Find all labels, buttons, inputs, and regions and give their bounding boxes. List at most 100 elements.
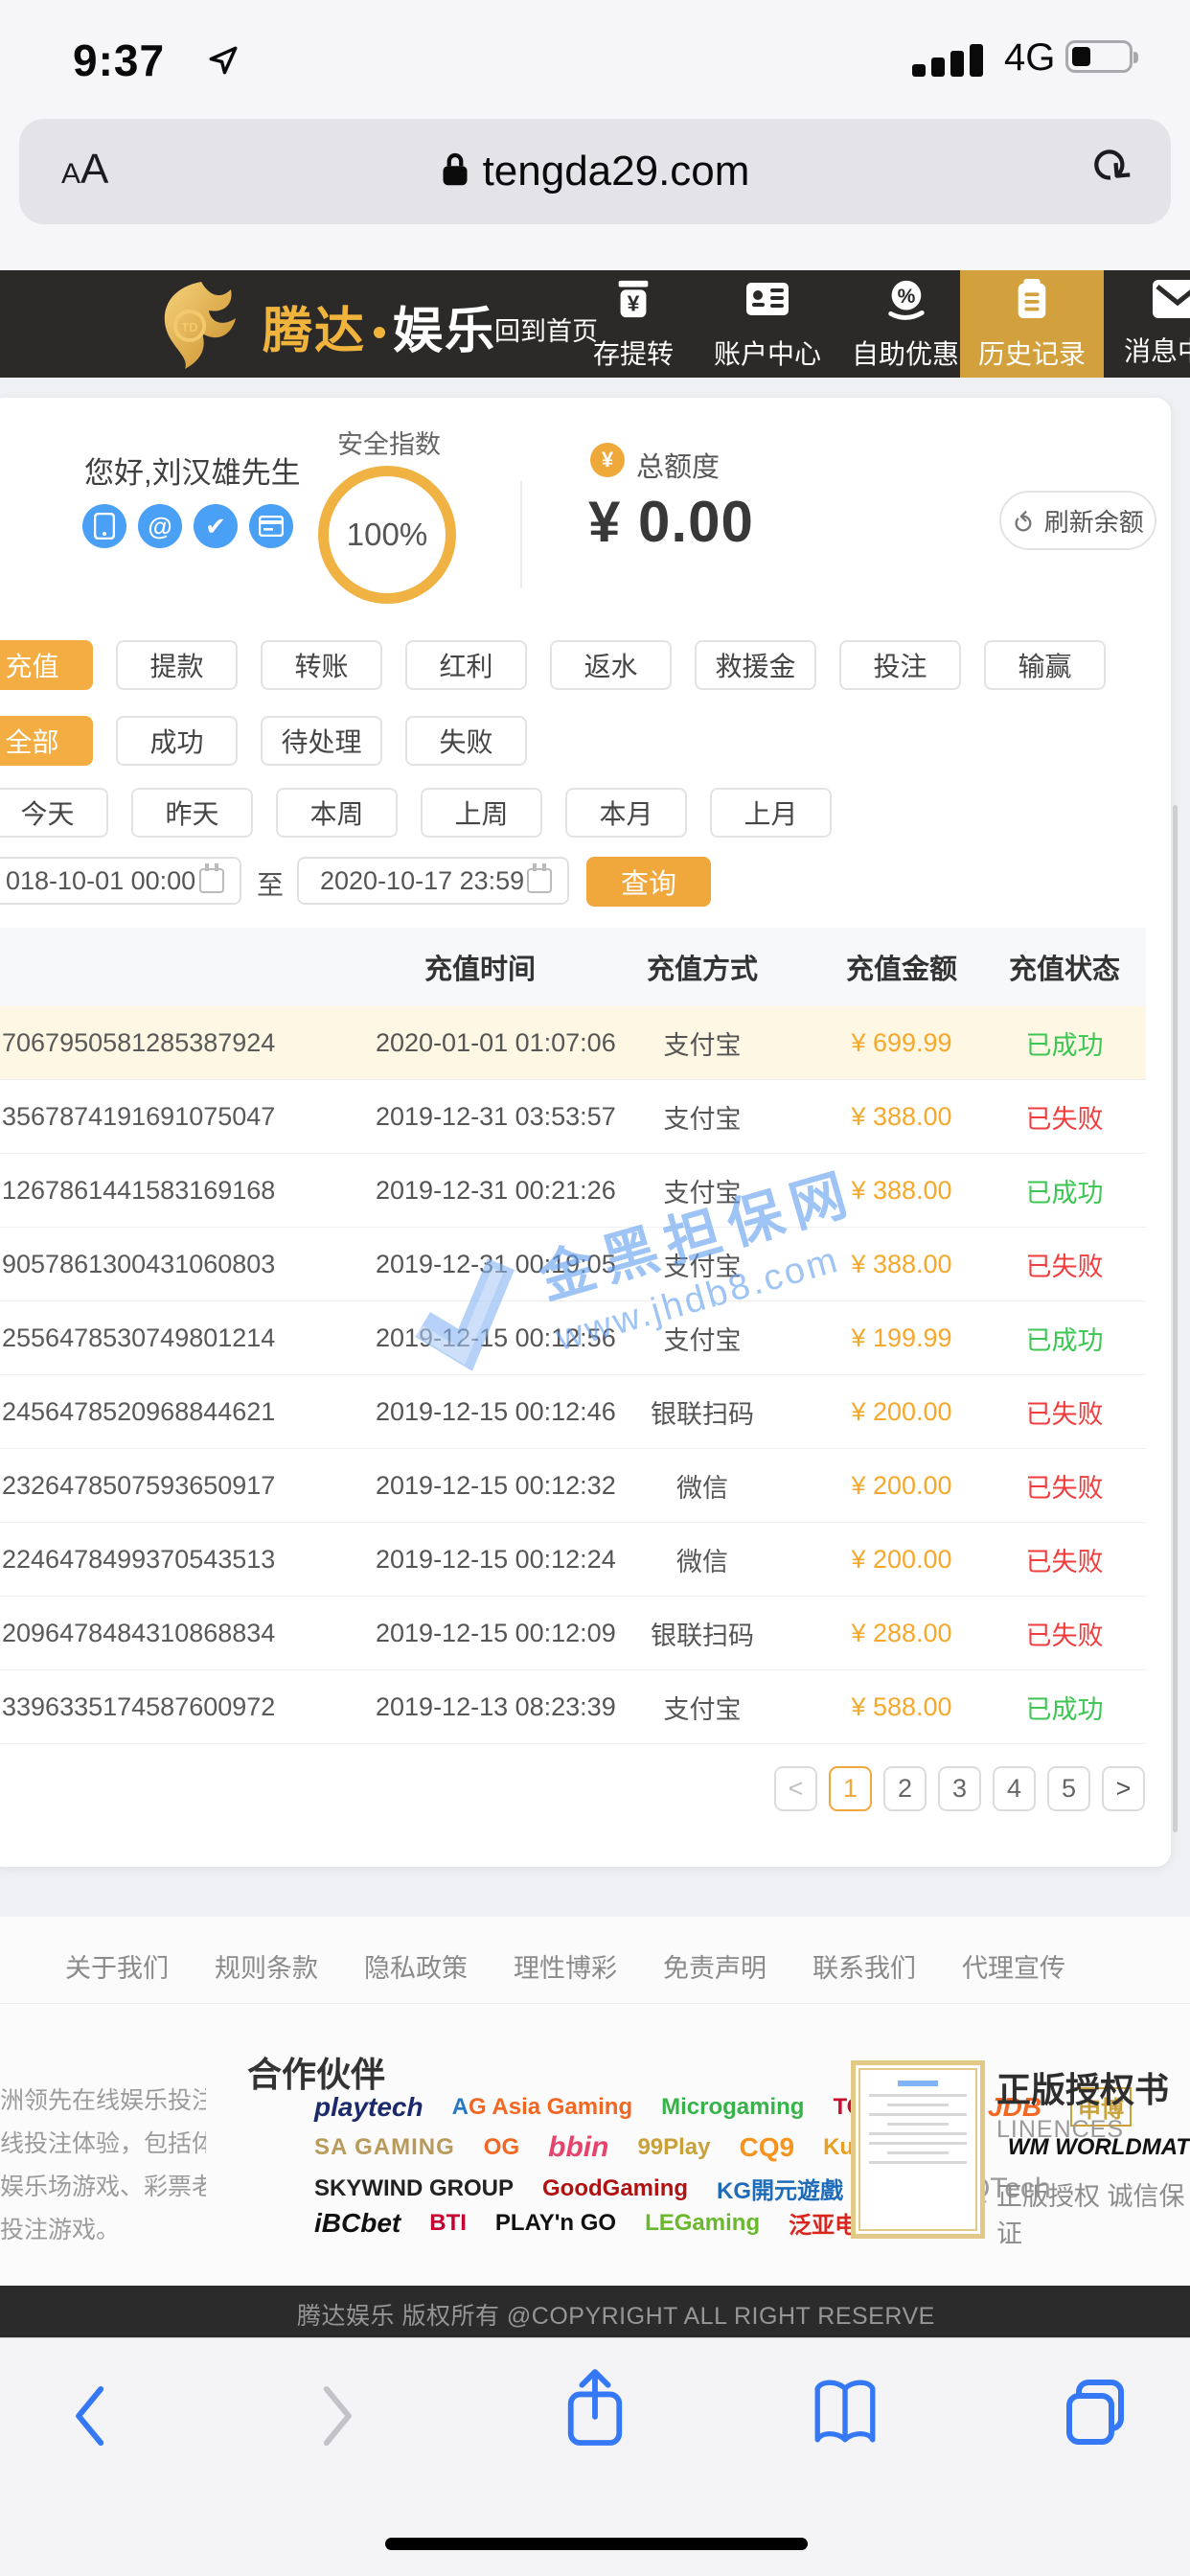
deposit-status: 已失败 <box>983 1615 1146 1652</box>
deposit-status: 已失败 <box>983 1098 1146 1136</box>
deposit-records-table: 7067950581285387924 2020-01-01 01:07:06 … <box>0 1006 1146 1744</box>
table-row[interactable]: 2556478530749801214 2019-12-15 00:12:56 … <box>0 1301 1146 1375</box>
footer-link[interactable]: 隐私政策 <box>364 1947 468 1985</box>
table-row[interactable]: 2326478507593650917 2019-12-15 00:12:32 … <box>0 1449 1146 1523</box>
deposit-time: 2019-12-31 00:21:26 <box>376 1176 584 1206</box>
about-line: 线投注体验，包括体育投注 <box>0 2123 206 2166</box>
deposit-transfer-icon: ¥ <box>611 277 655 326</box>
quick-date-tab[interactable]: 本月 <box>565 788 687 838</box>
page-number-button[interactable]: 5 <box>1047 1766 1090 1811</box>
page-number-button[interactable]: 3 <box>938 1766 981 1811</box>
table-row[interactable]: 2246478499370543513 2019-12-15 00:12:24 … <box>0 1523 1146 1597</box>
record-type-tab[interactable]: 充值 <box>0 640 93 690</box>
record-type-tab[interactable]: 提款 <box>116 640 238 690</box>
safari-url-bar[interactable]: AA tengda29.com ⟳ <box>19 119 1171 224</box>
record-type-tab[interactable]: 转账 <box>261 640 382 690</box>
location-arrow-icon <box>207 44 240 81</box>
coin-icon: ¥ <box>590 443 625 477</box>
footer-link[interactable]: 规则条款 <box>215 1947 318 1985</box>
svg-text:%: % <box>898 285 916 307</box>
record-status-tab[interactable]: 失败 <box>405 716 527 766</box>
about-line: 洲领先在线娱乐投注网站为 <box>0 2080 206 2123</box>
record-type-tab[interactable]: 输赢 <box>984 640 1106 690</box>
forward-button[interactable] <box>320 2384 358 2452</box>
record-status-tab[interactable]: 待处理 <box>261 716 382 766</box>
deposit-method: 支付宝 <box>584 1098 820 1136</box>
browser-top-zone: 9:37 4G AA tengda29.com ⟳ <box>0 0 1190 270</box>
quick-date-tab[interactable]: 今天 <box>0 788 108 838</box>
record-type-tab[interactable]: 返水 <box>550 640 672 690</box>
footer-link[interactable]: 关于我们 <box>65 1947 169 1985</box>
deposit-amount: ¥ 199.99 <box>820 1323 983 1353</box>
page-number-button[interactable]: 1 <box>829 1766 872 1811</box>
total-balance-value: ¥ 0.00 <box>588 489 754 555</box>
deposit-amount: ¥ 200.00 <box>820 1545 983 1575</box>
scrollbar-thumb[interactable] <box>1173 805 1178 1832</box>
date-from-input[interactable]: 018-10-01 00:00 <box>0 857 241 905</box>
footer-link[interactable]: 联系我们 <box>812 1947 916 1985</box>
col-deposit-status: 充值状态 <box>983 947 1146 987</box>
date-to-input[interactable]: 2020-10-17 23:59 <box>297 857 569 905</box>
table-row[interactable]: 7067950581285387924 2020-01-01 01:07:06 … <box>0 1006 1146 1080</box>
order-number: 1267861441583169168 <box>0 1176 376 1206</box>
order-number: 2096478484310868834 <box>0 1619 376 1648</box>
partner-logo: bbin <box>548 2131 608 2164</box>
phone-verified-icon[interactable] <box>82 504 126 548</box>
quick-date-tabs: 今天昨天本周上周本月上月 <box>0 788 832 838</box>
page-number-button[interactable]: 4 <box>993 1766 1036 1811</box>
table-row[interactable]: 9057861300431060803 2019-12-31 00:19:05 … <box>0 1228 1146 1301</box>
nav-item-account-center[interactable]: 账户中心 <box>698 270 837 378</box>
quick-date-tab[interactable]: 昨天 <box>131 788 253 838</box>
table-row[interactable]: 2456478520968844621 2019-12-15 00:12:46 … <box>0 1375 1146 1449</box>
iphone-screen: 9:37 4G AA tengda29.com ⟳ <box>0 0 1190 2576</box>
search-button[interactable]: 查询 <box>586 857 711 907</box>
page-prev-button[interactable]: < <box>774 1766 817 1811</box>
bankcard-verified-icon[interactable] <box>249 504 293 548</box>
quick-date-tab[interactable]: 上周 <box>421 788 542 838</box>
license-certificate-image <box>851 2060 985 2239</box>
deposit-status: 已成功 <box>983 1172 1146 1209</box>
dragon-logo-icon: TD <box>142 274 257 378</box>
table-row[interactable]: 1267861441583169168 2019-12-31 00:21:26 … <box>0 1154 1146 1228</box>
email-verified-icon[interactable]: @ <box>138 504 182 548</box>
back-button[interactable] <box>69 2384 107 2452</box>
deposit-method: 微信 <box>584 1541 820 1578</box>
brand-logo[interactable]: TD 腾达娱乐 <box>142 274 496 378</box>
record-type-tab[interactable]: 救援金 <box>695 640 816 690</box>
security-index-label: 安全指数 <box>333 424 445 461</box>
bookmarks-button[interactable] <box>810 2377 881 2452</box>
deposit-time: 2019-12-15 00:12:46 <box>376 1397 584 1427</box>
identity-verified-icon[interactable]: ✔ <box>194 504 238 548</box>
table-row[interactable]: 3396335174587600972 2019-12-13 08:23:39 … <box>0 1670 1146 1744</box>
table-row[interactable]: 2096478484310868834 2019-12-15 00:12:09 … <box>0 1597 1146 1670</box>
signal-strength-icon <box>912 44 995 77</box>
partner-logo: CQ9 <box>740 2132 795 2163</box>
record-type-tab[interactable]: 投注 <box>839 640 961 690</box>
quick-date-tab[interactable]: 上月 <box>710 788 832 838</box>
share-button[interactable] <box>561 2365 629 2458</box>
page-next-button[interactable]: > <box>1102 1766 1145 1811</box>
page-number-button[interactable]: 2 <box>883 1766 927 1811</box>
home-indicator[interactable] <box>385 2538 808 2550</box>
record-type-tab[interactable]: 红利 <box>405 640 527 690</box>
nav-item-promotions[interactable]: % 自助优惠 <box>835 270 975 378</box>
deposit-time: 2019-12-15 00:12:24 <box>376 1545 584 1575</box>
partner-logo: PLAY'n GO <box>495 2210 616 2237</box>
url-domain[interactable]: tengda29.com <box>483 148 750 196</box>
brand-name-white: 娱乐 <box>393 304 496 359</box>
record-status-tab[interactable]: 全部 <box>0 716 93 766</box>
nav-item-message-center[interactable]: 消息中心 <box>1108 270 1190 378</box>
nav-item-deposit-transfer[interactable]: ¥ 存提转 <box>563 270 703 378</box>
quick-date-tab[interactable]: 本周 <box>276 788 398 838</box>
order-number: 3567874191691075047 <box>0 1102 376 1132</box>
footer-link[interactable]: 免责声明 <box>663 1947 767 1985</box>
footer-link[interactable]: 理性博彩 <box>514 1947 617 1985</box>
table-row[interactable]: 3567874191691075047 2019-12-31 03:53:57 … <box>0 1080 1146 1154</box>
partner-logo: SKYWIND GROUP <box>314 2175 514 2202</box>
refresh-balance-button[interactable]: ⟲ 刷新余额 <box>999 491 1156 550</box>
record-status-tab[interactable]: 成功 <box>116 716 238 766</box>
tabs-button[interactable] <box>1060 2375 1133 2452</box>
nav-item-history[interactable]: 历史记录 <box>960 270 1104 378</box>
deposit-time: 2020-01-01 01:07:06 <box>376 1028 584 1058</box>
footer-link[interactable]: 代理宣传 <box>962 1947 1065 1985</box>
